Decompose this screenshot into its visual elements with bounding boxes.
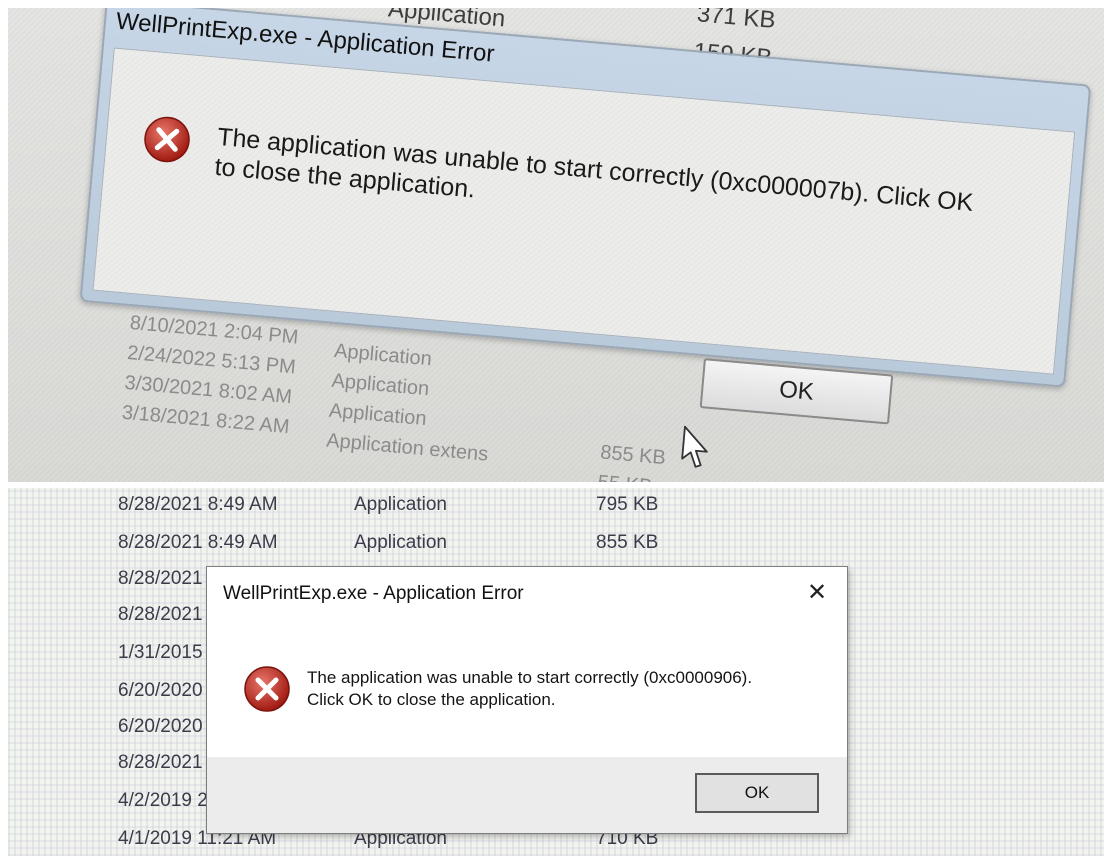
dialog-footer: OK <box>207 757 847 833</box>
bg-row-size: 55 KB <box>597 471 653 482</box>
bg-row-type: Application <box>354 494 447 515</box>
photo-1-scene: PM Application 371 KB 159 KB WellPrintEx… <box>8 8 1104 482</box>
bg-partial-time: PM <box>298 8 336 15</box>
error-circle-icon <box>144 116 190 163</box>
bg-row-date: 8/28/2021 <box>118 568 203 589</box>
bg-row-date: 1/31/2015 <box>118 642 203 663</box>
bg-row-date: 8/28/2021 <box>118 604 203 625</box>
bg-row-type: Application <box>330 369 431 401</box>
ok-button[interactable]: OK <box>695 773 819 813</box>
photo-2-flat-error-dialog: 8/28/2021 8:49 AM Application 795 KB 8/2… <box>8 488 1104 856</box>
bg-row-date: 8/28/2021 <box>118 752 203 773</box>
error-message-line-2: Click OK to close the application. <box>307 690 556 709</box>
mouse-pointer-icon <box>681 425 708 468</box>
bg-row-date: 8/28/2021 8:49 AM <box>118 494 278 515</box>
bg-row-size: 855 KB <box>596 532 659 553</box>
bg-row-size: 855 KB <box>599 441 667 470</box>
bg-row-date: 6/20/2020 <box>118 680 203 701</box>
error-message: The application was unable to start corr… <box>307 667 827 711</box>
error-message-line-1: The application was unable to start corr… <box>307 668 753 687</box>
bg-row-size: 795 KB <box>596 494 659 515</box>
photo-1-angled-error-dialog: PM Application 371 KB 159 KB WellPrintEx… <box>8 8 1104 482</box>
bg-partial-size-1: 371 KB <box>695 8 777 35</box>
error-circle-icon <box>244 666 290 712</box>
bg-row-date: 6/20/2020 <box>118 716 203 737</box>
error-message: The application was unable to start corr… <box>213 122 975 217</box>
bg-row-type: Application <box>354 532 447 553</box>
bg-row-date: 4/2/2019 2 <box>118 790 208 811</box>
dialog-title: WellPrintExp.exe - Application Error <box>223 583 524 604</box>
error-dialog-window: WellPrintExp.exe - Application Error ✕ T… <box>206 566 848 834</box>
bg-row-date: 3/18/2021 8:22 AM <box>121 401 291 439</box>
close-button[interactable]: ✕ <box>803 579 831 607</box>
bg-row-date: 8/28/2021 8:49 AM <box>118 532 278 553</box>
bg-row-type: Application <box>328 399 428 431</box>
bg-row-type: Application <box>333 339 433 371</box>
bg-row-type: Application extens <box>325 429 490 466</box>
